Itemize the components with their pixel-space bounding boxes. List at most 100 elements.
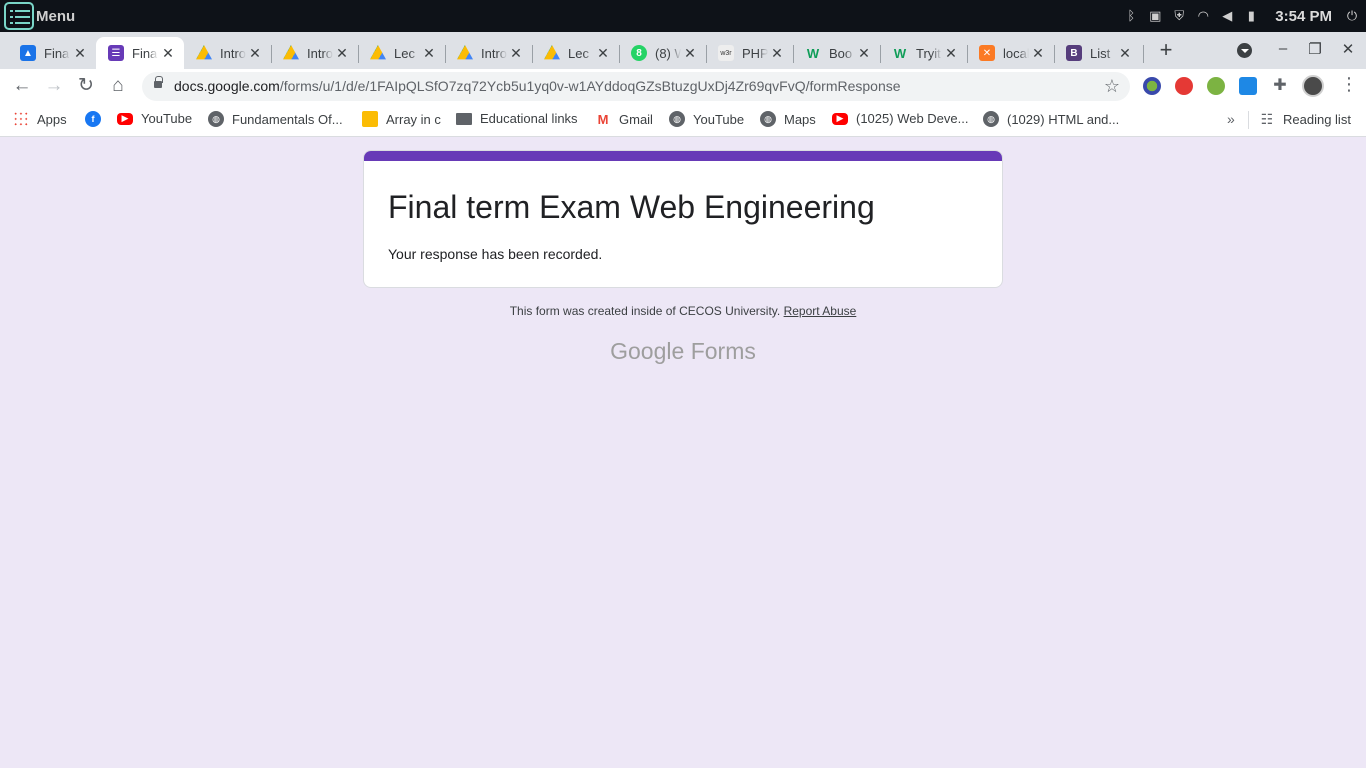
close-tab-icon[interactable]: ✕	[1030, 45, 1046, 61]
close-tab-icon[interactable]: ✕	[247, 45, 263, 61]
bookmark-html[interactable]: ◍ (1029) HTML and...	[983, 111, 1119, 127]
reading-list-label: Reading list	[1283, 111, 1351, 127]
bootstrap-icon: B	[1066, 45, 1082, 61]
w-icon: W	[893, 45, 907, 61]
form-confirmation-card: Final term Exam Web Engineering Your res…	[363, 150, 1003, 288]
report-abuse-link[interactable]: Report Abuse	[784, 304, 857, 318]
reload-button[interactable]: ↻	[73, 73, 99, 99]
close-tab-icon[interactable]: ✕	[334, 45, 350, 61]
tab[interactable]: W Boo ✕	[793, 37, 880, 69]
tab[interactable]: Lec ✕	[358, 37, 445, 69]
tab-title: Lec	[568, 45, 589, 61]
bookmark-folder-educational[interactable]: Educational links	[456, 111, 578, 126]
os-menu-label: Menu	[36, 7, 76, 25]
bookmark-label: Maps	[784, 111, 816, 127]
extensions-puzzle-icon[interactable]: ✚	[1271, 77, 1289, 95]
tab[interactable]: ▲ Final ✕	[8, 37, 96, 69]
address-bar[interactable]: docs.google.com/forms/u/1/d/e/1FAIpQLSfO…	[142, 72, 1130, 101]
extension-plus-icon[interactable]	[1207, 77, 1225, 95]
close-tab-icon[interactable]: ✕	[943, 45, 959, 61]
close-tab-icon[interactable]: ✕	[72, 45, 88, 61]
bookmark-facebook[interactable]: f	[85, 111, 109, 127]
tab[interactable]: Intro ✕	[445, 37, 532, 69]
globe-icon: ◍	[669, 111, 685, 127]
tab[interactable]: B List ✕	[1054, 37, 1141, 69]
close-tab-icon[interactable]: ✕	[160, 45, 176, 61]
minimize-icon[interactable]: –	[1273, 40, 1293, 57]
w-icon: W	[806, 45, 820, 61]
bookmark-maps[interactable]: ◍ Maps	[760, 111, 816, 127]
bookmark-label: YouTube	[693, 111, 745, 127]
close-tab-icon[interactable]: ✕	[682, 45, 698, 61]
volume-icon[interactable]: ◀	[1219, 8, 1235, 24]
site-icon	[362, 111, 378, 127]
globe-icon: ◍	[760, 111, 776, 127]
bookmarks-bar: Apps f ▶ YouTube ◍ Fundamentals Of... Ar…	[0, 103, 1366, 137]
tab[interactable]: Intro ✕	[184, 37, 271, 69]
xampp-icon: ✕	[979, 45, 995, 61]
close-tab-icon[interactable]: ✕	[508, 45, 524, 61]
footer-text: This form was created inside of CECOS Un…	[509, 304, 781, 318]
power-icon[interactable]: ⏻	[1344, 8, 1360, 24]
bluetooth-icon[interactable]: ᛒ	[1123, 8, 1139, 24]
tab-title: Tryit	[916, 45, 941, 61]
bookmarks-divider	[1248, 111, 1249, 129]
form-footer: This form was created inside of CECOS Un…	[0, 304, 1366, 318]
wifi-icon[interactable]: ◠	[1195, 8, 1211, 24]
bookmark-array-in-c[interactable]: Array in c	[362, 111, 441, 127]
close-tab-icon[interactable]: ✕	[856, 45, 872, 61]
tab[interactable]: w3r PHP ✕	[706, 37, 793, 69]
bookmark-label: Gmail	[619, 111, 653, 127]
clipboard-icon[interactable]: ▣	[1147, 8, 1163, 24]
close-tab-icon[interactable]: ✕	[1117, 45, 1133, 61]
drive-icon	[370, 45, 386, 60]
google-forms-logo[interactable]: Google Forms	[0, 338, 1366, 365]
restore-icon[interactable]: ❐	[1305, 40, 1325, 58]
tab-title: Intro	[481, 45, 507, 61]
tab-title: Boo	[829, 45, 853, 61]
new-tab-button[interactable]: +	[1156, 39, 1176, 61]
tab[interactable]: Intro ✕	[271, 37, 358, 69]
bookmark-gmail[interactable]: M Gmail	[595, 111, 653, 127]
home-button[interactable]: ⌂	[105, 73, 131, 99]
more-menu-icon[interactable]: ⋮	[1340, 74, 1358, 95]
bookmark-fundamentals[interactable]: ◍ Fundamentals Of...	[208, 111, 343, 127]
lock-icon[interactable]	[154, 76, 163, 88]
bookmark-youtube[interactable]: ▶ YouTube	[117, 111, 192, 126]
extension-box-icon[interactable]	[1239, 77, 1257, 95]
shield-icon[interactable]: ⛨	[1171, 8, 1187, 24]
battery-icon[interactable]: ▮	[1243, 8, 1259, 24]
bookmark-apps[interactable]: Apps	[13, 111, 67, 127]
profile-avatar[interactable]	[1302, 75, 1324, 97]
bookmark-star-icon[interactable]: ☆	[1104, 76, 1120, 97]
tab[interactable]: Lec ✕	[532, 37, 619, 69]
more-bookmarks-chevron-icon[interactable]: »	[1227, 111, 1235, 127]
tab[interactable]: 8 (8) W ✕	[619, 37, 706, 69]
extension-adblock-icon[interactable]	[1175, 77, 1193, 95]
youtube-icon: ▶	[117, 112, 133, 125]
tab-title: Final	[44, 45, 70, 61]
close-tab-icon[interactable]: ✕	[769, 45, 785, 61]
bookmark-label: YouTube	[141, 111, 193, 126]
url-text[interactable]: docs.google.com/forms/u/1/d/e/1FAIpQLSfO…	[174, 78, 901, 94]
bookmark-web-dev[interactable]: ▶ (1025) Web Deve...	[832, 111, 968, 126]
clock[interactable]: 3:54 PM	[1275, 8, 1332, 25]
extension-globe-icon[interactable]	[1143, 77, 1161, 95]
tab[interactable]: W Tryit ✕	[880, 37, 967, 69]
confirmation-message: Your response has been recorded.	[388, 246, 603, 262]
tab[interactable]: ✕ local ✕	[967, 37, 1054, 69]
reading-list-icon: ☷	[1260, 110, 1274, 127]
back-button[interactable]: ←	[9, 73, 35, 99]
tab-title: local	[1003, 45, 1029, 61]
tab-active[interactable]: ☰ Final ✕	[96, 37, 184, 69]
close-tab-icon[interactable]: ✕	[595, 45, 611, 61]
tab-search-icon[interactable]	[1237, 43, 1252, 58]
reading-list-button[interactable]: ☷ Reading list	[1259, 111, 1351, 127]
tab-title: List	[1090, 45, 1111, 61]
close-tab-icon[interactable]: ✕	[421, 45, 437, 61]
os-menu-button[interactable]: Menu	[0, 0, 75, 32]
close-window-icon[interactable]: ✕	[1338, 40, 1358, 58]
drive-icon	[544, 45, 560, 60]
bookmark-youtube-2[interactable]: ◍ YouTube	[669, 111, 744, 127]
forward-button[interactable]: →	[41, 73, 67, 99]
